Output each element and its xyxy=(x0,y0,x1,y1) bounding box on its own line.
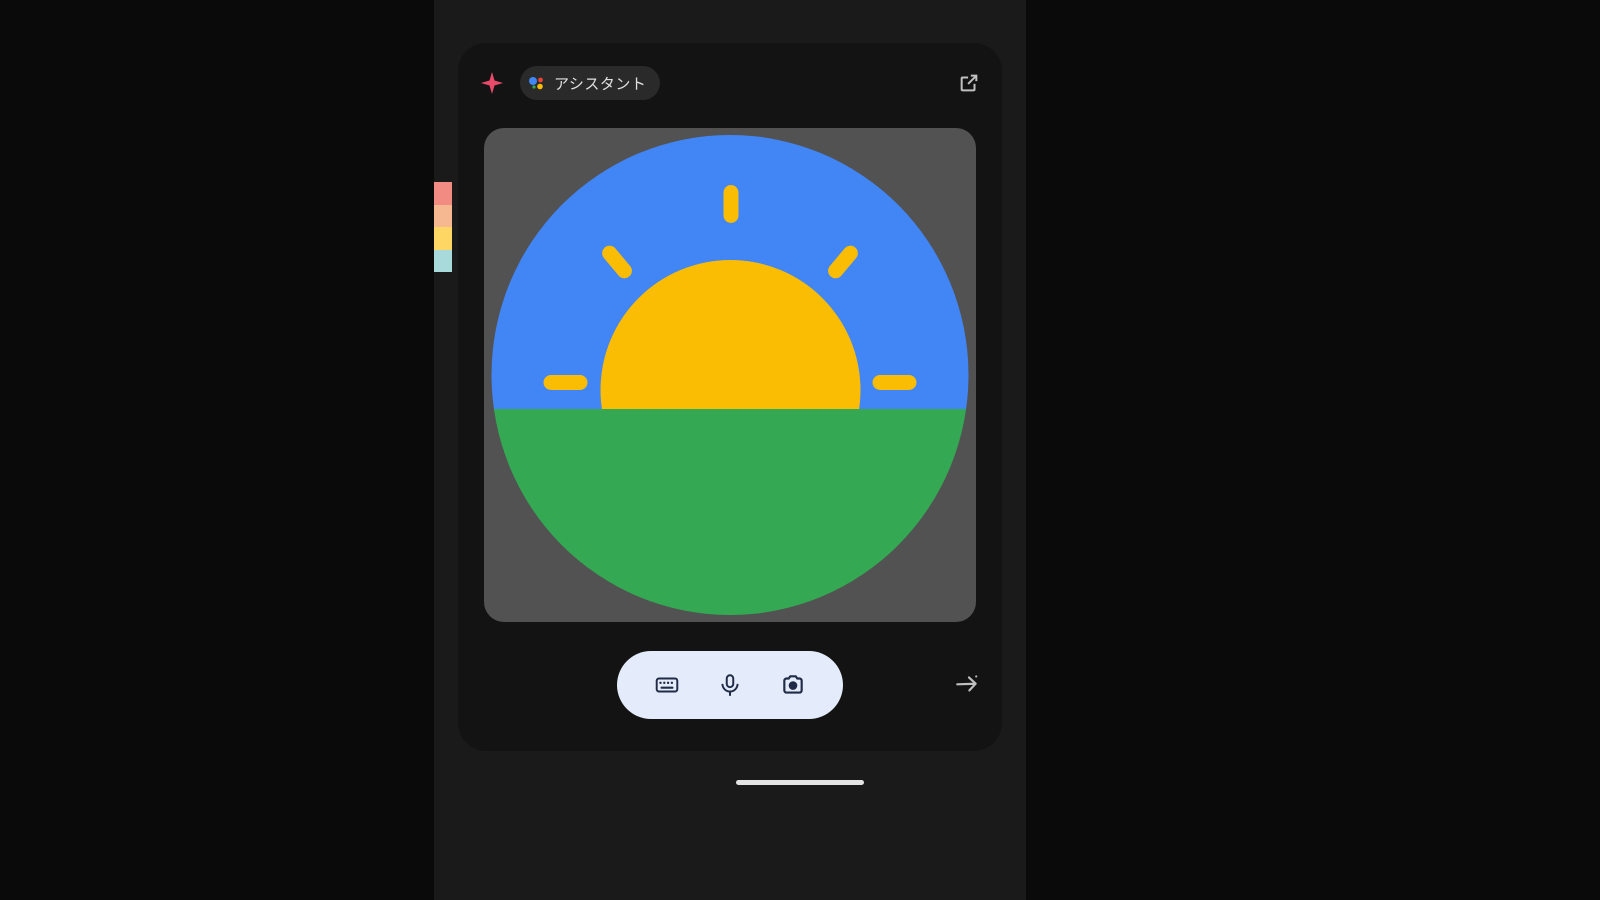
mic-button[interactable] xyxy=(716,671,744,699)
popout-icon[interactable] xyxy=(958,72,980,94)
assistant-icon xyxy=(528,74,546,92)
assistant-card: アシスタント xyxy=(458,43,1002,751)
assistant-chip[interactable]: アシスタント xyxy=(520,66,660,100)
sun-ray xyxy=(723,185,738,223)
morning-illustration xyxy=(492,135,969,615)
color-strip-tab xyxy=(434,182,452,272)
strip-segment xyxy=(434,205,452,228)
strip-segment xyxy=(434,227,452,250)
card-header: アシスタント xyxy=(480,65,980,101)
ground-area xyxy=(492,409,969,615)
sun-ray xyxy=(873,375,917,390)
gesture-nav-bar[interactable] xyxy=(736,780,864,785)
keyboard-button[interactable] xyxy=(653,671,681,699)
sun-ray xyxy=(544,375,588,390)
strip-segment xyxy=(434,250,452,273)
camera-button[interactable] xyxy=(779,671,807,699)
routine-image[interactable] xyxy=(484,128,976,622)
send-button[interactable] xyxy=(954,671,980,697)
assistant-chip-label: アシスタント xyxy=(554,73,646,94)
strip-segment xyxy=(434,182,452,205)
sparkle-icon xyxy=(480,71,504,95)
input-mode-pill xyxy=(617,651,843,719)
